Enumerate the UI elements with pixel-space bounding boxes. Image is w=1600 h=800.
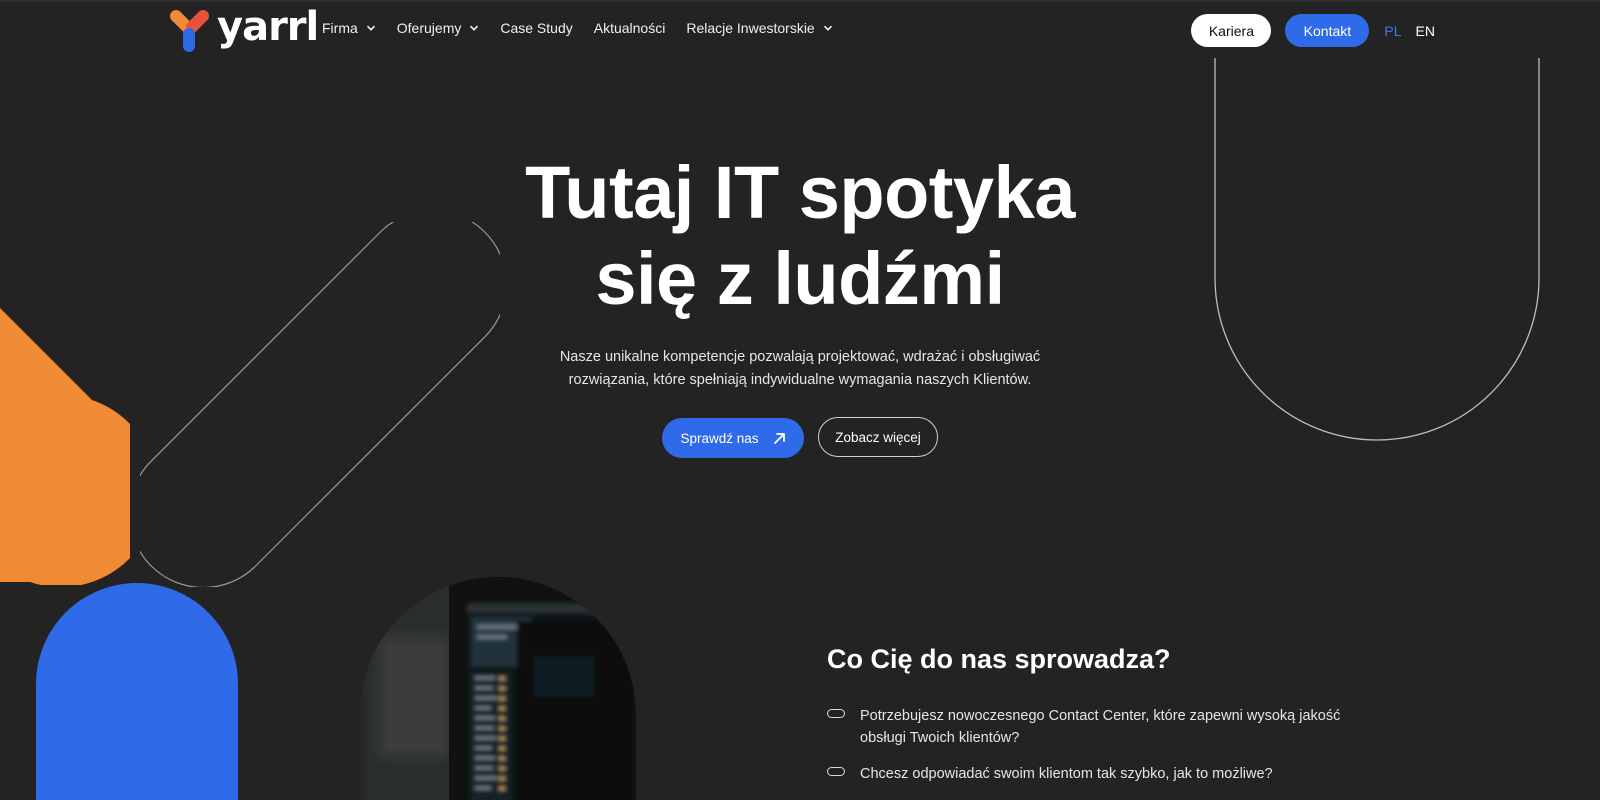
nav-item-label: Aktualności: [593, 20, 666, 36]
site-header: yarrl Firma Oferujemy Case Study Aktualn…: [0, 0, 1600, 58]
monitor-photo-illustration: [359, 577, 636, 800]
lang-en-link[interactable]: EN: [1416, 23, 1435, 39]
chevron-down-icon: [823, 25, 832, 31]
pill-bullet-icon: [827, 709, 845, 718]
page: yarrl Firma Oferujemy Case Study Aktualn…: [0, 0, 1600, 800]
sprawdz-nas-button[interactable]: Sprawdź nas: [662, 418, 804, 458]
hero-title-line2: się z ludźmi: [595, 237, 1005, 320]
nav-item-aktualnosci[interactable]: Aktualności: [594, 20, 666, 36]
hero-subtitle: Nasze unikalne kompetencje pozwalają pro…: [540, 346, 1060, 392]
zobacz-wiecej-button[interactable]: Zobacz więcej: [818, 417, 938, 457]
arrow-up-right-icon: [773, 432, 785, 444]
question-line: obsługi Twoich klientów?: [860, 730, 1020, 746]
hero-title-line1: Tutaj IT spotyka: [525, 151, 1075, 234]
kontakt-button[interactable]: Kontakt: [1285, 14, 1370, 47]
chevron-down-icon: [470, 25, 479, 31]
sprawdz-nas-label: Sprawdź nas: [680, 430, 759, 446]
question-line: Chcesz odpowiadać swoim klientom tak szy…: [860, 766, 1273, 782]
blue-arch-shape: [36, 583, 238, 800]
list-item: Potrzebujesz nowoczesnego Contact Center…: [827, 705, 1347, 749]
list-item: Chcesz odpowiadać swoim klientom tak szy…: [827, 763, 1347, 785]
section-title: Co Cię do nas sprowadza?: [827, 644, 1171, 674]
hero-photo: [359, 577, 636, 800]
question-text: Chcesz odpowiadać swoim klientom tak szy…: [860, 763, 1273, 785]
question-line: Potrzebujesz nowoczesnego Contact Center…: [860, 708, 1341, 724]
nav-item-relacje-inwestorskie[interactable]: Relacje Inwestorskie: [686, 20, 832, 36]
nav-item-label: Oferujemy: [396, 20, 462, 36]
kariera-button[interactable]: Kariera: [1191, 14, 1272, 47]
logo-wordmark: yarrl: [217, 4, 319, 50]
nav-item-firma[interactable]: Firma: [322, 20, 376, 36]
nav-item-oferujemy[interactable]: Oferujemy: [397, 20, 480, 36]
u-arch-outline: [1214, 58, 1540, 441]
logo-mark-icon: [170, 10, 209, 52]
orange-drop-shape: [0, 308, 130, 585]
nav-item-label: Case Study: [500, 20, 573, 36]
questions-list: Potrzebujesz nowoczesnego Contact Center…: [827, 705, 1347, 799]
logo[interactable]: yarrl: [167, 4, 319, 54]
nav-item-label: Firma: [322, 20, 358, 36]
hero-subtitle-line2: rozwiązania, które spełniają indywidualn…: [568, 372, 1032, 388]
pill-bullet-icon: [827, 767, 845, 776]
header-actions: Kariera Kontakt PL EN: [1191, 14, 1435, 47]
hero-subtitle-line1: Nasze unikalne kompetencje pozwalają pro…: [559, 349, 1041, 365]
chevron-down-icon: [366, 25, 375, 31]
hero-title: Tutaj IT spotyka się z ludźmi: [400, 150, 1200, 322]
nav-item-case-study[interactable]: Case Study: [500, 20, 572, 36]
question-text: Potrzebujesz nowoczesnego Contact Center…: [860, 705, 1340, 749]
lang-pl-link[interactable]: PL: [1384, 23, 1401, 39]
main-nav: Firma Oferujemy Case Study Aktualności R…: [322, 20, 833, 36]
nav-item-label: Relacje Inwestorskie: [686, 20, 815, 36]
